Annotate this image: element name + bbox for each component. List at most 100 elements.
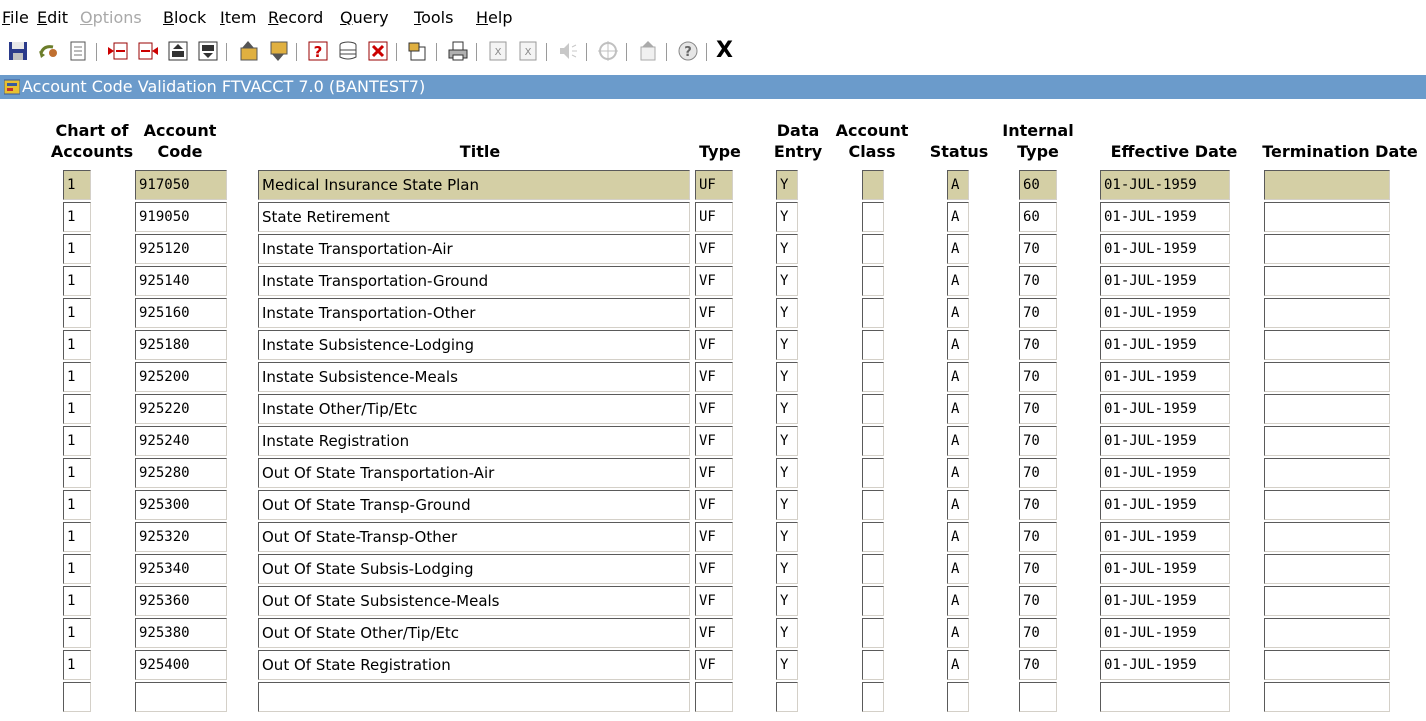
status-field[interactable]: A — [947, 458, 969, 488]
data-entry-field[interactable]: Y — [776, 170, 798, 200]
remove-record-icon[interactable] — [136, 39, 160, 63]
status-field[interactable]: A — [947, 522, 969, 552]
termination-date-field[interactable] — [1264, 554, 1390, 584]
account-class-field[interactable] — [862, 490, 884, 520]
termination-date-field[interactable] — [1264, 650, 1390, 680]
account-class-field[interactable] — [862, 650, 884, 680]
next-record-icon[interactable] — [266, 39, 290, 63]
chart-of-accounts-field[interactable] — [63, 682, 91, 712]
internal-type-field[interactable]: 70 — [1019, 426, 1057, 456]
termination-date-field[interactable] — [1264, 170, 1390, 200]
type-field[interactable]: VF — [695, 298, 733, 328]
cancel-query-icon[interactable] — [366, 39, 390, 63]
type-field[interactable]: VF — [695, 394, 733, 424]
account-class-field[interactable] — [862, 458, 884, 488]
chart-of-accounts-field[interactable]: 1 — [63, 490, 91, 520]
menu-edit[interactable]: Edit — [37, 8, 68, 28]
status-field[interactable]: A — [947, 362, 969, 392]
chart-of-accounts-field[interactable]: 1 — [63, 426, 91, 456]
account-class-field[interactable] — [862, 682, 884, 712]
account-class-field[interactable] — [862, 618, 884, 648]
chart-of-accounts-field[interactable]: 1 — [63, 170, 91, 200]
internal-type-field[interactable]: 70 — [1019, 458, 1057, 488]
chart-of-accounts-field[interactable]: 1 — [63, 266, 91, 296]
type-field[interactable]: VF — [695, 426, 733, 456]
account-code-field[interactable]: 925340 — [135, 554, 227, 584]
termination-date-field[interactable] — [1264, 490, 1390, 520]
effective-date-field[interactable]: 01-JUL-1959 — [1100, 586, 1230, 616]
account-code-field[interactable]: 925380 — [135, 618, 227, 648]
data-entry-field[interactable]: Y — [776, 490, 798, 520]
data-entry-field[interactable]: Y — [776, 330, 798, 360]
menu-item[interactable]: Item — [220, 8, 256, 28]
type-field[interactable]: VF — [695, 458, 733, 488]
internal-type-field[interactable]: 70 — [1019, 554, 1057, 584]
data-entry-field[interactable]: Y — [776, 266, 798, 296]
effective-date-field[interactable]: 01-JUL-1959 — [1100, 330, 1230, 360]
termination-date-field[interactable] — [1264, 394, 1390, 424]
print-form-icon[interactable] — [66, 39, 90, 63]
title-field[interactable]: Instate Subsistence-Meals — [258, 362, 690, 392]
effective-date-field[interactable]: 01-JUL-1959 — [1100, 266, 1230, 296]
status-field[interactable] — [947, 682, 969, 712]
data-entry-field[interactable]: Y — [776, 458, 798, 488]
internal-type-field[interactable]: 70 — [1019, 330, 1057, 360]
account-code-field[interactable]: 925320 — [135, 522, 227, 552]
menu-help[interactable]: Help — [476, 8, 512, 28]
effective-date-field[interactable]: 01-JUL-1959 — [1100, 170, 1230, 200]
title-field[interactable]: Out Of State Registration — [258, 650, 690, 680]
menu-file[interactable]: File — [2, 8, 29, 28]
title-field[interactable]: Out Of State Transportation-Air — [258, 458, 690, 488]
previous-block-icon[interactable] — [166, 39, 190, 63]
clear-record-icon[interactable]: X — [486, 39, 510, 63]
status-field[interactable]: A — [947, 234, 969, 264]
status-field[interactable]: A — [947, 650, 969, 680]
status-field[interactable]: A — [947, 202, 969, 232]
status-field[interactable]: A — [947, 266, 969, 296]
account-code-field[interactable] — [135, 682, 227, 712]
chart-of-accounts-field[interactable]: 1 — [63, 522, 91, 552]
internal-type-field[interactable]: 70 — [1019, 586, 1057, 616]
internal-type-field[interactable]: 60 — [1019, 170, 1057, 200]
rollback-icon[interactable] — [36, 39, 60, 63]
title-field[interactable]: Out Of State Subsis-Lodging — [258, 554, 690, 584]
account-class-field[interactable] — [862, 362, 884, 392]
type-field[interactable] — [695, 682, 733, 712]
title-field[interactable]: Medical Insurance State Plan — [258, 170, 690, 200]
account-code-field[interactable]: 925280 — [135, 458, 227, 488]
menu-record[interactable]: Record — [268, 8, 323, 28]
menu-query[interactable]: Query — [340, 8, 389, 28]
type-field[interactable]: VF — [695, 586, 733, 616]
type-field[interactable]: VF — [695, 234, 733, 264]
internal-type-field[interactable]: 70 — [1019, 234, 1057, 264]
data-entry-field[interactable]: Y — [776, 554, 798, 584]
effective-date-field[interactable]: 01-JUL-1959 — [1100, 458, 1230, 488]
status-field[interactable]: A — [947, 554, 969, 584]
chart-of-accounts-field[interactable]: 1 — [63, 362, 91, 392]
internal-type-field[interactable]: 70 — [1019, 650, 1057, 680]
effective-date-field[interactable]: 01-JUL-1959 — [1100, 394, 1230, 424]
termination-date-field[interactable] — [1264, 618, 1390, 648]
title-field[interactable]: Instate Transportation-Ground — [258, 266, 690, 296]
status-field[interactable]: A — [947, 330, 969, 360]
status-field[interactable]: A — [947, 170, 969, 200]
status-field[interactable]: A — [947, 586, 969, 616]
termination-date-field[interactable] — [1264, 362, 1390, 392]
internal-type-field[interactable]: 70 — [1019, 490, 1057, 520]
effective-date-field[interactable]: 01-JUL-1959 — [1100, 362, 1230, 392]
options-icon[interactable] — [406, 39, 430, 63]
type-field[interactable]: VF — [695, 650, 733, 680]
clear-form-icon[interactable]: X — [516, 39, 540, 63]
menu-tools[interactable]: Tools — [414, 8, 453, 28]
status-field[interactable]: A — [947, 490, 969, 520]
exit-button[interactable]: X — [716, 38, 733, 64]
internal-type-field[interactable]: 60 — [1019, 202, 1057, 232]
save-icon[interactable] — [6, 39, 30, 63]
data-entry-field[interactable]: Y — [776, 522, 798, 552]
effective-date-field[interactable]: 01-JUL-1959 — [1100, 234, 1230, 264]
chart-of-accounts-field[interactable]: 1 — [63, 330, 91, 360]
account-code-field[interactable]: 925200 — [135, 362, 227, 392]
type-field[interactable]: VF — [695, 330, 733, 360]
termination-date-field[interactable] — [1264, 266, 1390, 296]
execute-query-icon[interactable] — [336, 39, 360, 63]
